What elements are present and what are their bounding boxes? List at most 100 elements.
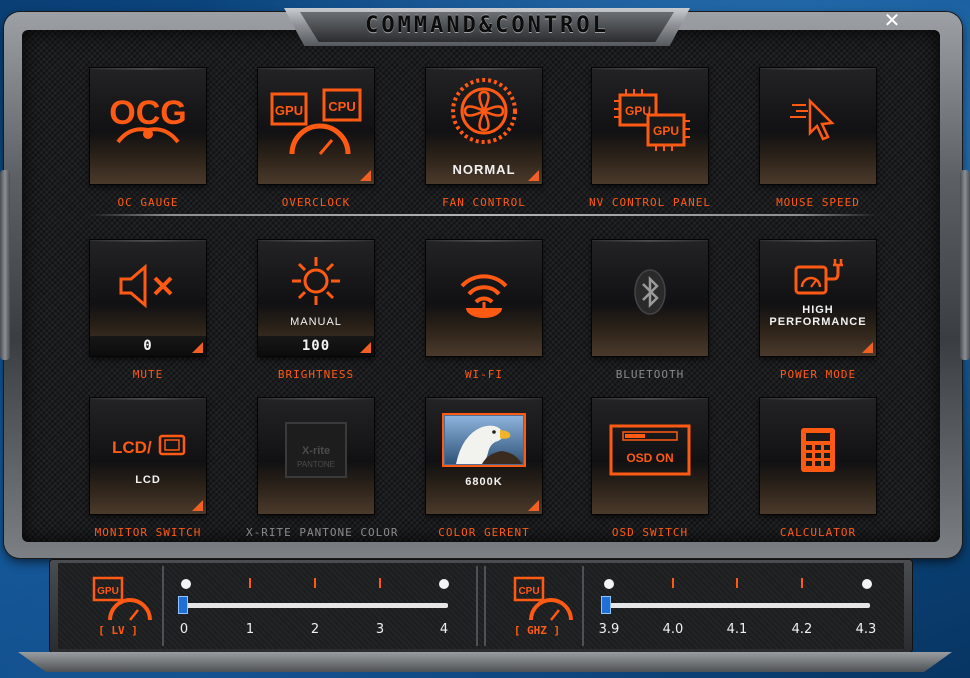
tile-corner-indicator bbox=[528, 500, 539, 511]
slider-bar-base bbox=[18, 652, 952, 672]
slider-max-dot bbox=[439, 579, 449, 589]
slider-tick-label: 1 bbox=[245, 622, 255, 637]
right-side-tab bbox=[960, 170, 970, 360]
slider-tick-label: 3.9 bbox=[598, 622, 620, 637]
fan-mode-value: NORMAL bbox=[452, 162, 516, 177]
tile-face bbox=[426, 240, 542, 356]
tile-label: FAN CONTROL bbox=[442, 196, 526, 209]
tile-brightness[interactable]: MANUAL 100 BRIGHTNESS bbox=[246, 240, 386, 381]
slider-tick bbox=[314, 578, 316, 588]
eagle-photo-icon bbox=[426, 412, 542, 468]
lcd-switch-icon: LCD/ bbox=[90, 418, 206, 474]
tile-power-mode[interactable]: HIGH PERFORMANCE POWER MODE bbox=[748, 240, 888, 381]
section-separator bbox=[476, 566, 478, 646]
tile-fan-control[interactable]: NORMAL FAN CONTROL bbox=[414, 68, 554, 209]
xrite-pantone-logo-icon: X-rite PANTONE bbox=[258, 410, 374, 490]
slider-tick-label: 4 bbox=[439, 622, 449, 637]
left-side-tab bbox=[0, 170, 10, 360]
bluetooth-icon bbox=[592, 252, 708, 332]
section-separator bbox=[484, 566, 486, 646]
tile-face bbox=[760, 68, 876, 184]
row-divider bbox=[90, 214, 878, 216]
ocg-logo-icon: OCG bbox=[90, 80, 206, 160]
slider-max-dot bbox=[862, 579, 872, 589]
brightness-mode: MANUAL bbox=[290, 316, 342, 328]
tile-label: OVERCLOCK bbox=[281, 196, 351, 209]
tile-corner-indicator bbox=[192, 342, 203, 353]
slider-thumb[interactable] bbox=[178, 596, 188, 614]
tile-label: WI-FI bbox=[464, 368, 504, 381]
slider-tick bbox=[672, 578, 674, 588]
tile-face: HIGH PERFORMANCE bbox=[760, 240, 876, 356]
slider-min-dot bbox=[181, 579, 191, 589]
slider-min-dot bbox=[604, 579, 614, 589]
tile-face: 6800K bbox=[426, 398, 542, 514]
tile-xrite-pantone-color[interactable]: X-rite PANTONE X-RITE PANTONE COLOR bbox=[246, 398, 397, 539]
tile-face: LCD/ LCD bbox=[90, 398, 206, 514]
tile-calculator[interactable]: CALCULATOR bbox=[748, 398, 888, 539]
slider-track[interactable] bbox=[608, 603, 870, 608]
close-button[interactable]: ✕ bbox=[880, 9, 904, 31]
tile-wifi[interactable]: WI-FI bbox=[414, 240, 554, 381]
tile-osd-switch[interactable]: OSD ON OSD SWITCH bbox=[580, 398, 720, 539]
power-mode-value: HIGH PERFORMANCE bbox=[760, 304, 876, 328]
tile-face: MANUAL 100 bbox=[258, 240, 374, 356]
tile-corner-indicator bbox=[360, 170, 371, 181]
tile-corner-indicator bbox=[192, 500, 203, 511]
power-plug-icon bbox=[760, 254, 876, 300]
tile-label: BLUETOOTH bbox=[615, 368, 685, 381]
monitor-switch-value: LCD bbox=[135, 474, 161, 486]
slider-tick-label: 4.0 bbox=[662, 622, 684, 637]
color-temperature-value: 6800K bbox=[465, 476, 503, 488]
tile-face: NORMAL bbox=[426, 68, 542, 184]
ocg-text: OCG bbox=[109, 94, 186, 132]
tile-monitor-switch[interactable]: LCD/ LCD MONITOR SWITCH bbox=[78, 398, 218, 539]
tile-mouse-speed[interactable]: MOUSE SPEED bbox=[748, 68, 888, 209]
mute-value: 0 bbox=[90, 336, 206, 356]
tile-label: COLOR GERENT bbox=[438, 526, 530, 539]
svg-text:PANTONE: PANTONE bbox=[297, 460, 335, 469]
slider-tick-label: 4.1 bbox=[726, 622, 748, 637]
tile-face: OSD ON bbox=[592, 398, 708, 514]
tile-overclock[interactable]: GPU CPU OVERCLOCK bbox=[246, 68, 386, 209]
tile-label: CALCULATOR bbox=[779, 526, 857, 539]
slider-tick-label: 0 bbox=[179, 622, 189, 637]
slider-tick-label: 2 bbox=[310, 622, 320, 637]
tile-face bbox=[760, 398, 876, 514]
tile-label: OC GAUGE bbox=[117, 196, 179, 209]
svg-text:X-rite: X-rite bbox=[302, 445, 330, 457]
tile-face: OCG bbox=[90, 68, 206, 184]
tile-label: POWER MODE bbox=[779, 368, 857, 381]
fan-icon bbox=[426, 76, 542, 146]
tile-mute[interactable]: 0 MUTE bbox=[78, 240, 218, 381]
gpu-gauge-icon: GPU bbox=[84, 574, 154, 626]
slider-tick bbox=[801, 578, 803, 588]
calculator-icon bbox=[760, 410, 876, 490]
tile-label: OSD SWITCH bbox=[611, 526, 689, 539]
slider-thumb[interactable] bbox=[601, 596, 611, 614]
svg-text:CPU: CPU bbox=[518, 586, 539, 597]
tile-face: GPU GPU bbox=[592, 68, 708, 184]
tile-face: X-rite PANTONE bbox=[258, 398, 374, 514]
slider-tick-label: 3 bbox=[375, 622, 385, 637]
sun-icon bbox=[258, 246, 374, 316]
brightness-value: 100 bbox=[258, 336, 374, 356]
svg-text:GPU: GPU bbox=[97, 586, 119, 597]
tile-face bbox=[592, 240, 708, 356]
cpu-gauge-icon: CPU bbox=[505, 574, 575, 626]
tile-label: MUTE bbox=[132, 368, 164, 381]
slider-track[interactable] bbox=[186, 603, 448, 608]
tile-color-gerent[interactable]: 6800K COLOR GERENT bbox=[414, 398, 554, 539]
speaker-mute-icon bbox=[90, 246, 206, 326]
tile-bluetooth[interactable]: BLUETOOTH bbox=[580, 240, 720, 381]
power-mode-line2: PERFORMANCE bbox=[769, 316, 867, 328]
tile-label: BRIGHTNESS bbox=[277, 368, 355, 381]
gpu-unit-label: [ LV ] bbox=[98, 624, 138, 637]
overclock-gauge-icon: GPU CPU bbox=[258, 80, 374, 160]
osd-display-icon: OSD ON bbox=[592, 410, 708, 490]
tile-oc-gauge[interactable]: OCG OC GAUGE bbox=[78, 68, 218, 209]
svg-text:OSD ON: OSD ON bbox=[626, 451, 673, 465]
svg-text:CPU: CPU bbox=[328, 99, 355, 114]
tile-nv-control-panel[interactable]: GPU GPU NV CONTROL PANEL bbox=[580, 68, 720, 209]
dual-gpu-icon: GPU GPU bbox=[592, 80, 708, 160]
